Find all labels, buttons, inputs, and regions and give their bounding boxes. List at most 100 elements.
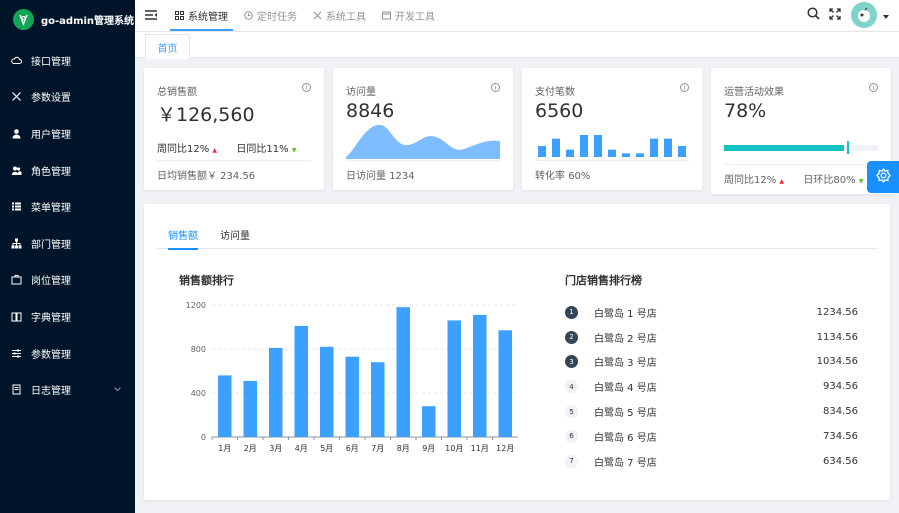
card-title: 运营活动效果 (724, 87, 784, 98)
card-value: ￥126,560 (157, 104, 255, 126)
sidebar-item-menus[interactable]: 菜单管理 (0, 188, 135, 225)
footer-label: 转化率 (535, 171, 565, 182)
education-icon (11, 311, 22, 322)
sidebar-item-logs[interactable]: 日志管理 (0, 371, 135, 408)
bar (294, 325, 308, 437)
dev-icon (382, 11, 391, 20)
y-tick-label: 800 (191, 345, 206, 354)
ranking-list: 1 白鹭岛 1 号店 1234.56 2 白鹭岛 2 号店 1134.56 3 白鹭岛 3 号… (565, 300, 858, 474)
footer-value: 1234 (389, 171, 415, 182)
sidebar-item-label: 用户管理 (31, 129, 71, 141)
tab-visits[interactable]: 访问量 (209, 227, 261, 249)
bar (269, 347, 283, 437)
tree-icon (11, 238, 22, 249)
sidebar-item-users[interactable]: 用户管理 (0, 115, 135, 152)
mini-bar (650, 138, 658, 157)
chevron-down-icon (114, 384, 121, 395)
info-icon[interactable]: i (491, 83, 500, 92)
ops-progress-track (724, 145, 878, 151)
gear-icon (875, 167, 891, 186)
card-footer: 转化率 60% (535, 160, 689, 182)
tab-system[interactable]: 系统管理 (167, 0, 236, 31)
info-icon[interactable]: i (302, 83, 311, 92)
x-tick-label: 5月 (320, 444, 333, 453)
sidebar-item-params[interactable]: 参数设置 (0, 79, 135, 116)
mini-bar (594, 135, 602, 157)
sidebar-item-label: 参数设置 (31, 93, 71, 105)
ranking-item: 3 白鹭岛 3 号店 1034.56 (565, 350, 858, 375)
tab-dev[interactable]: 开发工具 (374, 0, 443, 31)
footer-value: ￥ 234.56 (207, 171, 256, 182)
tab-label: 定时任务 (257, 12, 297, 23)
info-icon[interactable]: i (869, 83, 878, 92)
store-sales: 834.56 (823, 406, 858, 418)
avatar[interactable] (851, 2, 877, 28)
panel-tabs: 销售额 访问量 (157, 227, 877, 250)
card-value: 6560 (535, 100, 584, 122)
tab-label: 开发工具 (395, 12, 435, 23)
sidebar-item-roles[interactable]: 角色管理 (0, 152, 135, 189)
sales-compare: 周同比12% ▲ 日同比11% ▼ (157, 140, 296, 155)
bar (447, 320, 461, 437)
store-sales: 634.56 (823, 455, 858, 467)
mini-bar (664, 138, 672, 157)
ring-label: 日环比 (803, 175, 834, 186)
rank-number: 6 (565, 429, 578, 443)
sidebar-item-posts[interactable]: 岗位管理 (0, 262, 135, 299)
sidebar-item-label: 字典管理 (31, 312, 71, 324)
x-tick-label: 12月 (496, 444, 514, 453)
sidebar-item-config[interactable]: 参数管理 (0, 335, 135, 372)
tag-home[interactable]: 首页 (145, 34, 190, 59)
logo-icon (13, 8, 34, 30)
rank-number: 5 (565, 405, 578, 419)
card-title: 访问量 (346, 87, 376, 98)
store-name: 白鹭岛 4 号店 (594, 383, 657, 395)
store-name: 白鹭岛 6 号店 (594, 432, 657, 444)
ranking-title: 门店销售排行榜 (565, 274, 642, 287)
x-tick-label: 10月 (445, 444, 463, 453)
y-tick-label: 0 (201, 433, 206, 442)
app-logo[interactable]: go-admin管理系统 (0, 0, 135, 38)
x-tick-label: 6月 (346, 444, 359, 453)
top-navbar: 系统管理 定时任务 系统工具 开发工具 (135, 0, 899, 31)
card-value: 78% (724, 100, 767, 122)
tab-sales[interactable]: 销售额 (157, 227, 209, 250)
hamburger-icon[interactable] (145, 9, 157, 23)
store-sales: 1034.56 (816, 356, 858, 368)
rank-number: 4 (565, 380, 578, 394)
store-sales: 1234.56 (816, 306, 858, 318)
store-name: 白鹭岛 5 号店 (594, 408, 657, 420)
peoples-icon (11, 165, 22, 176)
fullscreen-icon[interactable] (829, 7, 841, 23)
sidebar-item-api[interactable]: 接口管理 (0, 42, 135, 79)
card-footer: 日访问量 1234 (346, 160, 500, 182)
grid-icon (175, 11, 184, 20)
sidebar-item-depts[interactable]: 部门管理 (0, 225, 135, 262)
week-label: 周同比 (724, 175, 754, 186)
x-tick-label: 1月 (218, 444, 231, 453)
sliders-icon (11, 348, 22, 359)
y-tick-label: 400 (191, 389, 206, 398)
log-icon (11, 384, 22, 395)
clock-icon (244, 11, 253, 20)
mini-bar (552, 138, 560, 157)
sidebar-item-label: 菜单管理 (31, 203, 71, 215)
bar (345, 356, 359, 437)
settings-button[interactable] (867, 161, 899, 193)
mini-bar (636, 153, 644, 157)
caret-down-icon[interactable] (883, 8, 889, 22)
tab-tools[interactable]: 系统工具 (305, 0, 374, 31)
sidebar-item-label: 参数管理 (31, 349, 71, 361)
info-icon[interactable]: i (680, 83, 689, 92)
search-icon[interactable] (807, 7, 820, 23)
sidebar-item-dicts[interactable]: 字典管理 (0, 298, 135, 335)
caret-down-icon: ▼ (858, 178, 864, 185)
store-sales: 734.56 (823, 430, 858, 442)
store-name: 白鹭岛 2 号店 (594, 333, 657, 345)
top-nav-tabs: 系统管理 定时任务 系统工具 开发工具 (167, 0, 443, 31)
sidebar-menu: 接口管理 参数设置 用户管理 角色管理 菜单管理 部门管理 岗位管理 字典管理 (0, 42, 135, 408)
tab-jobs[interactable]: 定时任务 (236, 0, 305, 31)
app-title: go-admin管理系统 (41, 15, 135, 27)
ranking-item: 1 白鹭岛 1 号店 1234.56 (565, 300, 858, 325)
card-footer: 周同比12% ▲ 日环比80% ▼ (724, 164, 878, 186)
